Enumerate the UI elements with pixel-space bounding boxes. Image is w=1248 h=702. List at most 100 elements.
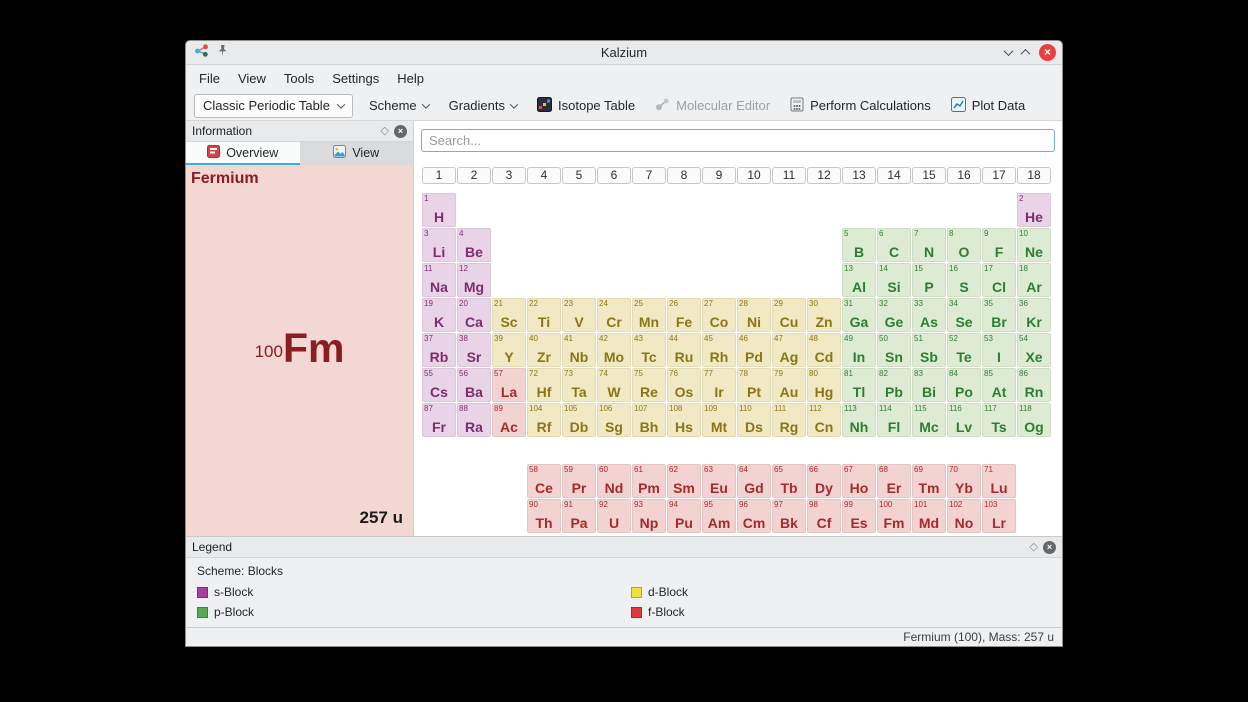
element-Nh[interactable]: 113Nh [842, 403, 876, 437]
element-Rf[interactable]: 104Rf [527, 403, 561, 437]
element-Tc[interactable]: 43Tc [632, 333, 666, 367]
element-Si[interactable]: 14Si [877, 263, 911, 297]
element-Kr[interactable]: 36Kr [1017, 298, 1051, 332]
close-panel-icon[interactable]: × [1043, 541, 1056, 554]
element-Cl[interactable]: 17Cl [982, 263, 1016, 297]
element-Og[interactable]: 118Og [1017, 403, 1051, 437]
element-Pm[interactable]: 61Pm [632, 464, 666, 498]
element-Li[interactable]: 3Li [422, 228, 456, 262]
element-Ce[interactable]: 58Ce [527, 464, 561, 498]
element-Eu[interactable]: 63Eu [702, 464, 736, 498]
float-panel-icon[interactable]: ◇ [1030, 542, 1038, 553]
element-Np[interactable]: 93Np [632, 499, 666, 533]
element-Mo[interactable]: 42Mo [597, 333, 631, 367]
element-Yb[interactable]: 70Yb [947, 464, 981, 498]
tab-overview[interactable]: Overview [186, 142, 300, 165]
element-Zn[interactable]: 30Zn [807, 298, 841, 332]
element-Cm[interactable]: 96Cm [737, 499, 771, 533]
element-Cf[interactable]: 98Cf [807, 499, 841, 533]
element-Sb[interactable]: 51Sb [912, 333, 946, 367]
element-As[interactable]: 33As [912, 298, 946, 332]
element-Ds[interactable]: 110Ds [737, 403, 771, 437]
element-Sm[interactable]: 62Sm [667, 464, 701, 498]
element-Pd[interactable]: 46Pd [737, 333, 771, 367]
menu-item-file[interactable]: File [190, 67, 229, 90]
pin-icon[interactable] [216, 44, 229, 62]
element-Na[interactable]: 11Na [422, 263, 456, 297]
element-Cn[interactable]: 112Cn [807, 403, 841, 437]
element-Lv[interactable]: 116Lv [947, 403, 981, 437]
element-Sn[interactable]: 50Sn [877, 333, 911, 367]
shade-window-icon[interactable] [1004, 46, 1014, 56]
element-Re[interactable]: 75Re [632, 368, 666, 402]
element-Fl[interactable]: 114Fl [877, 403, 911, 437]
element-Ca[interactable]: 20Ca [457, 298, 491, 332]
element-Rb[interactable]: 37Rb [422, 333, 456, 367]
element-Te[interactable]: 52Te [947, 333, 981, 367]
isotope-table-button[interactable]: Isotope Table [533, 94, 639, 118]
element-Cd[interactable]: 48Cd [807, 333, 841, 367]
element-Fr[interactable]: 87Fr [422, 403, 456, 437]
element-N[interactable]: 7N [912, 228, 946, 262]
element-Pu[interactable]: 94Pu [667, 499, 701, 533]
element-Bk[interactable]: 97Bk [772, 499, 806, 533]
element-Fe[interactable]: 26Fe [667, 298, 701, 332]
table-type-select[interactable]: Classic Periodic Table [194, 94, 353, 118]
element-Mt[interactable]: 109Mt [702, 403, 736, 437]
element-V[interactable]: 23V [562, 298, 596, 332]
element-Nb[interactable]: 41Nb [562, 333, 596, 367]
element-Rn[interactable]: 86Rn [1017, 368, 1051, 402]
element-Zr[interactable]: 40Zr [527, 333, 561, 367]
element-Lr[interactable]: 103Lr [982, 499, 1016, 533]
element-P[interactable]: 15P [912, 263, 946, 297]
element-Ne[interactable]: 10Ne [1017, 228, 1051, 262]
close-window-icon[interactable]: × [1039, 44, 1056, 61]
element-Ni[interactable]: 28Ni [737, 298, 771, 332]
element-Cu[interactable]: 29Cu [772, 298, 806, 332]
element-Co[interactable]: 27Co [702, 298, 736, 332]
element-Tb[interactable]: 65Tb [772, 464, 806, 498]
close-panel-icon[interactable]: × [394, 125, 407, 138]
gradients-dropdown[interactable]: Gradients [445, 95, 521, 116]
element-No[interactable]: 102No [947, 499, 981, 533]
element-Nd[interactable]: 60Nd [597, 464, 631, 498]
element-Fm[interactable]: 100Fm [877, 499, 911, 533]
menu-item-tools[interactable]: Tools [275, 67, 323, 90]
element-Bi[interactable]: 83Bi [912, 368, 946, 402]
element-H[interactable]: 1H [422, 193, 456, 227]
element-Be[interactable]: 4Be [457, 228, 491, 262]
element-Am[interactable]: 95Am [702, 499, 736, 533]
element-Pt[interactable]: 78Pt [737, 368, 771, 402]
search-input[interactable] [421, 129, 1055, 152]
element-Hg[interactable]: 80Hg [807, 368, 841, 402]
element-Mc[interactable]: 115Mc [912, 403, 946, 437]
element-Se[interactable]: 34Se [947, 298, 981, 332]
element-F[interactable]: 9F [982, 228, 1016, 262]
element-Al[interactable]: 13Al [842, 263, 876, 297]
element-Mg[interactable]: 12Mg [457, 263, 491, 297]
element-La[interactable]: 57La [492, 368, 526, 402]
element-Ts[interactable]: 117Ts [982, 403, 1016, 437]
element-Rh[interactable]: 45Rh [702, 333, 736, 367]
element-Ta[interactable]: 73Ta [562, 368, 596, 402]
element-Sr[interactable]: 38Sr [457, 333, 491, 367]
float-panel-icon[interactable]: ◇ [381, 126, 389, 137]
element-Sc[interactable]: 21Sc [492, 298, 526, 332]
element-Ge[interactable]: 32Ge [877, 298, 911, 332]
element-Pr[interactable]: 59Pr [562, 464, 596, 498]
element-Au[interactable]: 79Au [772, 368, 806, 402]
element-Md[interactable]: 101Md [912, 499, 946, 533]
element-Rg[interactable]: 111Rg [772, 403, 806, 437]
element-Tm[interactable]: 69Tm [912, 464, 946, 498]
element-Ag[interactable]: 47Ag [772, 333, 806, 367]
menu-item-view[interactable]: View [229, 67, 275, 90]
element-Os[interactable]: 76Os [667, 368, 701, 402]
element-Er[interactable]: 68Er [877, 464, 911, 498]
element-S[interactable]: 16S [947, 263, 981, 297]
element-Cs[interactable]: 55Cs [422, 368, 456, 402]
element-Cr[interactable]: 24Cr [597, 298, 631, 332]
plot-data-button[interactable]: Plot Data [947, 94, 1029, 118]
element-Br[interactable]: 35Br [982, 298, 1016, 332]
element-I[interactable]: 53I [982, 333, 1016, 367]
element-Ba[interactable]: 56Ba [457, 368, 491, 402]
